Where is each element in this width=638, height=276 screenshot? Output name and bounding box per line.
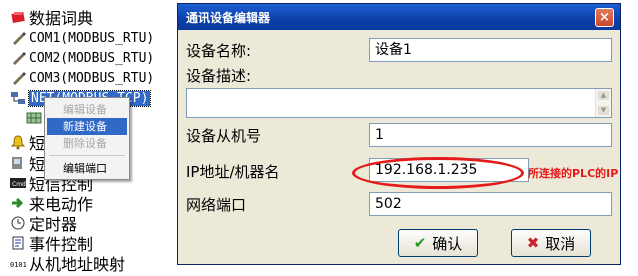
ok-button-label: 确认	[432, 234, 463, 253]
device-editor-dialog: 通讯设备编辑器 × 设备名称: 设备1 设备描述: ▲ ▼ 设备从机号 1 IP…	[177, 3, 621, 265]
close-button[interactable]: ×	[595, 8, 614, 27]
sms-icon	[10, 155, 26, 171]
ip-label: IP地址/机器名	[186, 163, 280, 181]
ok-button[interactable]: ✔ 确认	[398, 229, 478, 257]
device-grid-icon	[26, 110, 42, 126]
event-icon	[10, 235, 26, 251]
tree-item-data-dictionary[interactable]: 数据词典	[10, 5, 93, 29]
port-label: 网络端口	[186, 196, 247, 214]
tree-item-label: COM3(MODBUS_RTU)	[29, 70, 155, 86]
scroll-up-icon[interactable]: ▲	[598, 91, 609, 100]
cmd-icon: Cmd	[10, 175, 26, 191]
tree-item-com1[interactable]: COM1(MODBUS_RTU)	[10, 30, 154, 46]
close-icon: ×	[599, 10, 610, 25]
tree-item-com2[interactable]: COM2(MODBUS_RTU)	[10, 50, 154, 66]
clock-icon	[10, 215, 26, 231]
slave-id-input[interactable]: 1	[369, 123, 612, 147]
menu-item-edit-port[interactable]: 编辑端口	[47, 160, 127, 177]
menu-item-new-device[interactable]: 新建设备	[47, 118, 127, 135]
annotation-text: 所连接的PLC的IP	[528, 167, 619, 180]
binary-icon: 0101	[10, 255, 27, 271]
port-input[interactable]: 502	[369, 192, 612, 216]
bell-icon	[10, 134, 26, 150]
red-gem-icon	[10, 9, 26, 25]
device-name-input[interactable]: 设备1	[369, 38, 612, 62]
device-desc-textarea[interactable]: ▲ ▼	[186, 88, 612, 118]
pen-icon	[10, 50, 26, 66]
tree-item-slave-mapping[interactable]: 0101 从机地址映射	[10, 251, 125, 275]
menu-item-edit-device[interactable]: 编辑设备	[47, 101, 127, 118]
cancel-button[interactable]: ✖ 取消	[511, 229, 591, 257]
tree-item-label: COM1(MODBUS_RTU)	[29, 30, 155, 46]
device-desc-label: 设备描述:	[186, 67, 252, 85]
cancel-button-label: 取消	[545, 234, 576, 253]
network-icon	[10, 90, 26, 106]
svg-text:0101: 0101	[10, 261, 26, 269]
menu-item-delete-device[interactable]: 删除设备	[47, 135, 127, 152]
arrow-icon	[10, 195, 26, 211]
tree-item-label: 从机地址映射	[29, 255, 126, 274]
slave-id-label: 设备从机号	[186, 127, 262, 145]
pen-icon	[10, 70, 26, 86]
check-icon: ✔	[413, 234, 427, 252]
cross-icon: ✖	[526, 234, 540, 252]
dialog-title: 通讯设备编辑器	[186, 10, 271, 25]
tree-item-label: 数据词典	[29, 9, 94, 28]
menu-separator	[49, 155, 125, 156]
tree-item-label: COM2(MODBUS_RTU)	[29, 50, 155, 66]
tree-item-device-child[interactable]	[26, 110, 45, 126]
pen-icon	[10, 30, 26, 46]
svg-text:Cmd: Cmd	[12, 181, 26, 188]
annotation-ring	[352, 157, 524, 189]
desc-scrollbar[interactable]: ▲ ▼	[595, 89, 611, 117]
scroll-down-icon[interactable]: ▼	[598, 106, 609, 115]
device-name-label: 设备名称:	[186, 42, 252, 60]
dialog-titlebar[interactable]: 通讯设备编辑器 ×	[178, 4, 620, 30]
context-menu: 编辑设备 新建设备 删除设备 编辑端口	[44, 97, 130, 180]
tree-item-com3[interactable]: COM3(MODBUS_RTU)	[10, 70, 154, 86]
